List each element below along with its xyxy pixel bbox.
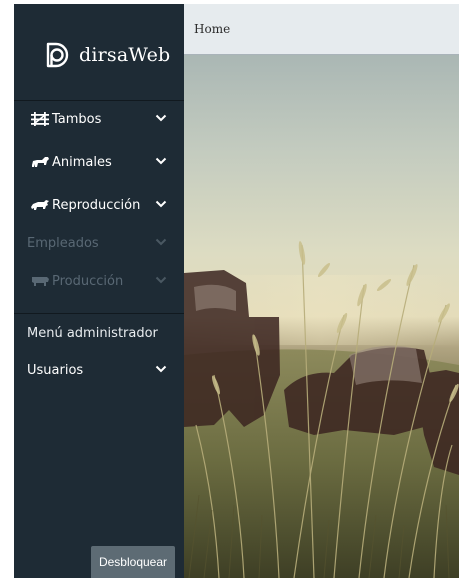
chevron-down-icon xyxy=(155,276,167,284)
sidebar-item-tambos[interactable]: Tambos xyxy=(14,103,184,135)
admin-menu-header: Menú administrador xyxy=(27,326,158,341)
chevron-down-icon xyxy=(155,157,167,165)
sidebar-item-reproduccion[interactable]: Reproducción xyxy=(14,189,184,221)
top-bar: Home xyxy=(184,4,459,55)
chevron-down-icon xyxy=(155,114,167,122)
sidebar-item-label: Usuarios xyxy=(27,362,84,378)
dirsa-logo-icon xyxy=(46,42,69,68)
sidebar-item-label: Empleados xyxy=(27,235,99,251)
chevron-down-icon xyxy=(155,200,167,208)
sidebar-item-label: Reproducción xyxy=(52,197,141,213)
brand-name: dirsaWeb xyxy=(79,44,171,66)
sidebar-divider xyxy=(14,100,184,101)
chevron-down-icon xyxy=(155,365,167,373)
sidebar-item-label: Tambos xyxy=(52,111,102,127)
sidebar-item-usuarios[interactable]: Usuarios xyxy=(14,354,184,386)
sidebar-item-animales[interactable]: Animales xyxy=(14,146,184,178)
sidebar-item-produccion: Producción xyxy=(14,265,184,297)
unlock-button[interactable]: Desbloquear xyxy=(91,546,175,578)
main-content: Home xyxy=(184,4,459,578)
breadcrumb-home[interactable]: Home xyxy=(194,22,230,36)
sidebar-item-label: Animales xyxy=(52,154,112,170)
hero-photo xyxy=(184,55,459,578)
sidebar-item-empleados: Empleados xyxy=(14,227,184,259)
app-window: dirsaWeb Tambos Animales Reproducción Em… xyxy=(14,4,459,578)
cow-icon xyxy=(32,157,49,167)
chevron-down-icon xyxy=(155,238,167,246)
sidebar-item-label: Producción xyxy=(52,273,124,289)
dairy-cow-icon xyxy=(32,277,49,286)
sidebar: dirsaWeb Tambos Animales Reproducción Em… xyxy=(14,4,184,578)
sidebar-divider xyxy=(14,313,184,314)
barn-icon xyxy=(31,112,49,126)
brand-logo[interactable]: dirsaWeb xyxy=(40,35,170,75)
bull-icon xyxy=(31,200,49,210)
